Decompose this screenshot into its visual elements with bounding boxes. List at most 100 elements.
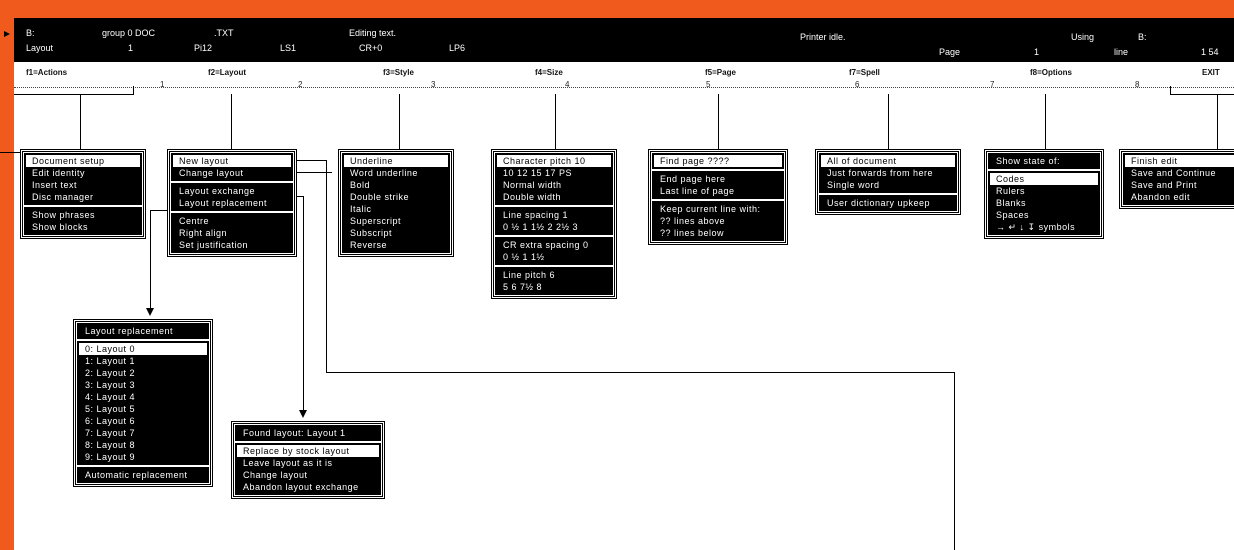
ruler-number: 7 (990, 80, 995, 89)
menu-item[interactable]: Disc manager (32, 191, 134, 203)
menu-item[interactable]: Edit identity (32, 167, 134, 179)
menu-item[interactable]: New layout (173, 155, 291, 167)
menu-item[interactable]: Character pitch 10 (497, 155, 611, 167)
menu-item[interactable]: Leave layout as it is (243, 457, 373, 469)
menu-item[interactable]: End page here (660, 173, 776, 185)
menu-item[interactable]: ?? lines above (660, 215, 776, 227)
menu-item[interactable]: Save and Print (1131, 179, 1229, 191)
menu-section: Found layout: Layout 1 (235, 425, 381, 441)
menu-item[interactable]: Double strike (350, 191, 442, 203)
status-bar: B: group 0 DOC .TXT Editing text. Printe… (14, 18, 1234, 62)
menu-item[interactable]: CR extra spacing 0 (503, 239, 605, 251)
status-page-label: Page (939, 47, 961, 57)
connector-line (150, 210, 151, 310)
menu-item[interactable]: 4: Layout 4 (85, 391, 201, 403)
menu-item[interactable]: Document setup (26, 155, 140, 167)
menu-item[interactable]: 1: Layout 1 (85, 355, 201, 367)
fkey-size[interactable]: f4=Size (535, 68, 563, 77)
menu-item[interactable]: Automatic replacement (85, 469, 201, 481)
ruler-number: 3 (431, 80, 436, 89)
menu-item[interactable]: Layout replacement (85, 325, 201, 337)
layout-exchange-menu: Found layout: Layout 1 Replace by stock l… (231, 421, 385, 499)
menu-item[interactable]: Find page ???? (654, 155, 782, 167)
connector-line (718, 94, 719, 150)
menu-item[interactable]: Replace by stock layout (237, 445, 379, 457)
menu-item[interactable]: Abandon layout exchange (243, 481, 373, 493)
menu-item[interactable]: Spaces (996, 209, 1092, 221)
menu-item[interactable]: Insert text (32, 179, 134, 191)
menu-item[interactable]: ?? lines below (660, 227, 776, 239)
menu-item[interactable]: Found layout: Layout 1 (243, 427, 373, 439)
menu-item[interactable]: Single word (827, 179, 949, 191)
menu-item[interactable]: Layout exchange (179, 185, 285, 197)
menu-item[interactable]: 5 6 7½ 8 (503, 281, 605, 293)
fkey-exit[interactable]: EXIT (1202, 68, 1220, 77)
menu-item[interactable]: Blanks (996, 197, 1092, 209)
menu-item[interactable]: Abandon edit (1131, 191, 1229, 203)
status-ls: LS1 (280, 43, 297, 53)
fkey-spell[interactable]: f7=Spell (849, 68, 880, 77)
menu-item[interactable]: → ↵ ↓ ↧ symbols (996, 221, 1092, 233)
menu-item[interactable]: Finish edit (1125, 155, 1234, 167)
fkey-page[interactable]: f5=Page (705, 68, 736, 77)
menu-item[interactable]: Superscript (350, 215, 442, 227)
ruler-number: 4 (565, 80, 570, 89)
menu-item[interactable]: Change layout (243, 469, 373, 481)
menu-item[interactable]: 8: Layout 8 (85, 439, 201, 451)
menu-item[interactable]: 0: Layout 0 (79, 343, 207, 355)
menu-item[interactable]: User dictionary upkeep (827, 197, 949, 209)
fkey-options[interactable]: f8=Options (1030, 68, 1072, 77)
menu-item[interactable]: Layout replacement (179, 197, 285, 209)
menu-item[interactable]: Keep current line with: (660, 203, 776, 215)
menu-item[interactable]: Italic (350, 203, 442, 215)
connector-line (954, 372, 955, 550)
menu-item[interactable]: 3: Layout 3 (85, 379, 201, 391)
menu-section: 0: Layout 0 1: Layout 1 2: Layout 2 3: Layo… (77, 339, 209, 465)
menu-item[interactable]: 5: Layout 5 (85, 403, 201, 415)
menu-item[interactable]: Line pitch 6 (503, 269, 605, 281)
fkey-style[interactable]: f3=Style (383, 68, 414, 77)
menu-section: New layout Change layout (171, 153, 293, 181)
menu-item[interactable]: Show state of: (996, 155, 1092, 167)
menu-item[interactable]: All of document (821, 155, 955, 167)
menu-item[interactable]: 2: Layout 2 (85, 367, 201, 379)
status-line-num: 1 54 (1201, 47, 1219, 57)
ruler-right-margin (1170, 94, 1234, 95)
menu-item[interactable]: Double width (503, 191, 605, 203)
menu-item[interactable]: Right align (179, 227, 285, 239)
menu-section: Show phrases Show blocks (24, 205, 142, 235)
menu-item[interactable]: 9: Layout 9 (85, 451, 201, 463)
menu-item[interactable]: Subscript (350, 227, 442, 239)
menu-item[interactable]: Centre (179, 215, 285, 227)
menu-item[interactable]: Save and Continue (1131, 167, 1229, 179)
arrow-down-icon (299, 410, 307, 418)
fkey-actions[interactable]: f1=Actions (26, 68, 67, 77)
menu-item[interactable]: Show phrases (32, 209, 134, 221)
menu-item[interactable]: Reverse (350, 239, 442, 251)
menu-item[interactable]: Set justification (179, 239, 285, 251)
menu-item[interactable]: Word underline (350, 167, 442, 179)
menu-item[interactable]: Last line of page (660, 185, 776, 197)
connector-line (303, 196, 304, 410)
menu-item[interactable]: 0 ½ 1 1½ (503, 251, 605, 263)
arrow-down-icon (146, 308, 154, 316)
menu-section: Keep current line with:?? lines above?? … (652, 199, 784, 241)
menu-item[interactable]: 0 ½ 1 1½ 2 2½ 3 (503, 221, 605, 233)
menu-item[interactable]: 10 12 15 17 PS (503, 167, 605, 179)
menu-item[interactable]: Rulers (996, 185, 1092, 197)
fkey-layout[interactable]: f2=Layout (208, 68, 246, 77)
connector-line (150, 210, 168, 211)
menu-item[interactable]: 6: Layout 6 (85, 415, 201, 427)
menu-section: Line spacing 10 ½ 1 1½ 2 2½ 3 (495, 205, 613, 235)
menu-item[interactable]: Line spacing 1 (503, 209, 605, 221)
menu-item[interactable]: Codes (990, 173, 1098, 185)
layout-replacement-menu: Layout replacement 0: Layout 0 1: Layout 1… (73, 319, 213, 487)
menu-item[interactable]: 7: Layout 7 (85, 427, 201, 439)
menu-item[interactable]: Change layout (179, 167, 285, 179)
menu-item[interactable]: Normal width (503, 179, 605, 191)
menu-item[interactable]: Bold (350, 179, 442, 191)
menu-item[interactable]: Show blocks (32, 221, 134, 233)
ruler-right-tick (1170, 86, 1171, 95)
menu-item[interactable]: Just forwards from here (827, 167, 949, 179)
menu-item[interactable]: Underline (344, 155, 448, 167)
